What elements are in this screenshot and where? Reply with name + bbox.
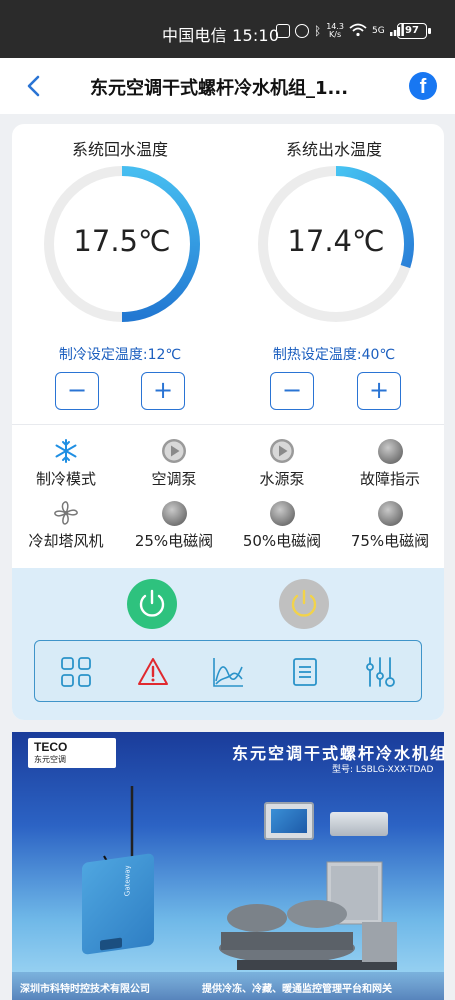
status-valve-75: 75%电磁阀 bbox=[336, 500, 444, 551]
signal-5g: 5G bbox=[372, 26, 385, 36]
logo-brand: TECO bbox=[34, 740, 68, 754]
indicator-dot bbox=[377, 439, 403, 464]
cooling-decrease-button[interactable]: − bbox=[55, 372, 99, 410]
bluetooth-icon: ᛒ bbox=[314, 24, 322, 38]
battery-level: 97 bbox=[405, 25, 419, 36]
facebook-icon[interactable]: f bbox=[409, 72, 437, 100]
status-fault: 故障指示 bbox=[336, 438, 444, 489]
control-area bbox=[12, 568, 444, 720]
chiller-machine-illustration bbox=[219, 861, 397, 970]
indicator-light-icon bbox=[377, 438, 403, 464]
return-water-temp-label: 系统回水温度 bbox=[71, 140, 168, 159]
back-button[interactable] bbox=[20, 72, 48, 100]
status-label: 空调泵 bbox=[151, 470, 197, 488]
status-bar: 中国电信 15:10 ᛒ 14.3 K/s 5G 97 bbox=[0, 0, 455, 58]
grid-icon[interactable] bbox=[59, 655, 93, 689]
trend-chart-icon[interactable] bbox=[211, 655, 245, 689]
teco-logo: TECO 东元空调 bbox=[28, 738, 116, 768]
logo-sub: 东元空调 bbox=[34, 755, 66, 764]
fan-icon bbox=[54, 501, 78, 525]
status-valve-50: 50%电磁阀 bbox=[228, 500, 336, 551]
indicator-dot bbox=[269, 501, 295, 526]
power-off-button[interactable] bbox=[279, 579, 329, 629]
status-source-pump: 水源泵 bbox=[228, 438, 336, 489]
back-arrow-icon bbox=[27, 75, 40, 97]
main-panel: 系统回水温度 17.5℃ 系统出水温度 17.4℃ 制冷设定温度:12℃ 制热设… bbox=[12, 124, 444, 720]
heating-setpoint: 制热设定温度:40℃ bbox=[272, 347, 396, 363]
divider bbox=[12, 424, 444, 425]
io-module bbox=[330, 812, 388, 836]
gateway-port bbox=[100, 937, 122, 951]
heating-decrease-button[interactable]: − bbox=[270, 372, 314, 410]
indicator-light-icon bbox=[161, 500, 187, 526]
net-speed: 14.3 K/s bbox=[326, 23, 344, 39]
page-title: 东元空调干式螺杆冷水机组_1... bbox=[90, 78, 349, 99]
product-banner[interactable]: TECO 东元空调 东元空调干式螺杆冷水机组 型号: LSBLG-XXX-TDA… bbox=[12, 732, 444, 1000]
function-toolbar bbox=[34, 640, 422, 702]
net-speed-unit: K/s bbox=[329, 30, 342, 39]
gateway-label: Gateway bbox=[123, 864, 132, 897]
screen-display bbox=[271, 809, 307, 833]
gateway-device: Gateway bbox=[82, 852, 154, 956]
cooling-increase-button[interactable]: + bbox=[141, 372, 185, 410]
status-ac-pump: 空调泵 bbox=[120, 438, 228, 489]
play-icon bbox=[270, 439, 294, 463]
company-name: 深圳市科特时控技术有限公司 bbox=[20, 984, 150, 995]
cooling-setpoint: 制冷设定温度:12℃ bbox=[58, 347, 182, 363]
status-label: 制冷模式 bbox=[35, 470, 96, 488]
indicator-dot bbox=[377, 501, 403, 526]
company-slogan: 提供冷冻、冷藏、暖通监控管理平台和网关 bbox=[202, 984, 392, 995]
supply-water-temp-value: 17.4℃ bbox=[287, 224, 385, 258]
status-label: 50%电磁阀 bbox=[242, 532, 322, 550]
power-icon bbox=[291, 589, 317, 617]
snowflake-icon bbox=[55, 439, 77, 463]
indicator-dot bbox=[161, 501, 187, 526]
return-water-temp-value: 17.5℃ bbox=[73, 224, 171, 258]
status-cooling-mode: 制冷模式 bbox=[12, 438, 120, 489]
banner-title: 东元空调干式螺杆冷水机组 bbox=[232, 744, 444, 763]
play-icon bbox=[162, 439, 186, 463]
alarm-warning-icon[interactable] bbox=[136, 655, 170, 689]
banner-model: 型号: LSBLG-XXX-TDAD bbox=[332, 765, 434, 775]
alarm-clock-icon bbox=[295, 24, 309, 38]
status-valve-25: 25%电磁阀 bbox=[120, 500, 228, 551]
status-icons: ᛒ 14.3 K/s 5G bbox=[276, 20, 404, 42]
wifi-icon bbox=[349, 23, 367, 40]
status-label: 水源泵 bbox=[259, 470, 305, 488]
carrier-time: 中国电信 15:10 bbox=[162, 26, 280, 45]
app-header: 东元空调干式螺杆冷水机组_1... f bbox=[0, 58, 455, 114]
indicator-light-icon bbox=[269, 500, 295, 526]
indicator-light-icon bbox=[377, 500, 403, 526]
supply-water-temp-label: 系统出水温度 bbox=[285, 140, 382, 159]
banner-footer: 深圳市科特时控技术有限公司 提供冷冻、冷藏、暖通监控管理平台和网关 bbox=[12, 972, 444, 1000]
status-label: 冷却塔风机 bbox=[28, 532, 104, 550]
power-icon bbox=[139, 589, 165, 617]
status-label: 25%电磁阀 bbox=[134, 532, 214, 550]
power-on-button[interactable] bbox=[127, 579, 177, 629]
nfc-icon bbox=[276, 24, 290, 38]
status-label: 75%电磁阀 bbox=[350, 532, 430, 550]
list-icon[interactable] bbox=[288, 655, 322, 689]
controller-screen bbox=[264, 802, 314, 840]
heating-increase-button[interactable]: + bbox=[357, 372, 401, 410]
status-label: 故障指示 bbox=[359, 470, 420, 488]
battery-icon: 97 bbox=[397, 23, 431, 39]
status-cooling-tower-fan: 冷却塔风机 bbox=[12, 500, 120, 551]
settings-sliders-icon[interactable] bbox=[363, 655, 397, 689]
